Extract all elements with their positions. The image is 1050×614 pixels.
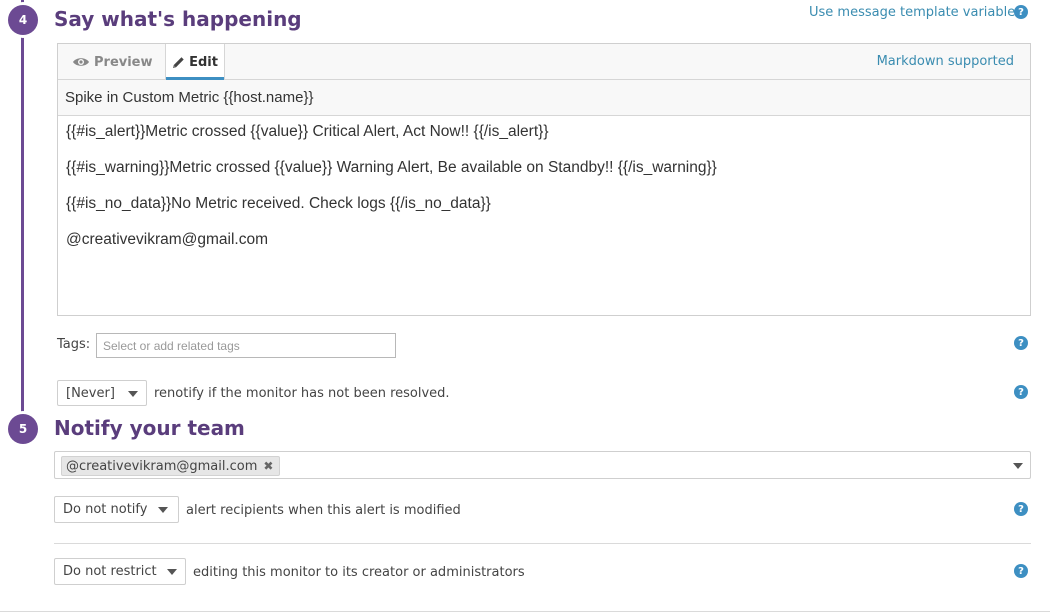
remove-icon[interactable]: ✖ — [263, 459, 273, 473]
chevron-down-icon[interactable] — [1013, 463, 1023, 469]
tab-preview[interactable]: Preview — [72, 44, 153, 80]
restrict-selected-value: Do not restrict — [63, 564, 157, 579]
tab-edit[interactable]: Edit — [165, 44, 225, 80]
chevron-down-icon — [167, 569, 177, 575]
message-editor: Preview Edit Markdown supported Spike in… — [57, 43, 1031, 316]
recipient-chip: @creativevikram@gmail.com ✖ — [61, 456, 281, 476]
eye-icon — [73, 58, 89, 66]
divider — [54, 543, 1031, 544]
message-line: {{#is_no_data}}No Metric received. Check… — [66, 195, 491, 212]
step-number: 4 — [18, 13, 28, 27]
bottom-divider — [0, 611, 1050, 612]
recipient-chip-label: @creativevikram@gmail.com — [66, 458, 258, 474]
pencil-icon — [173, 56, 184, 68]
tags-placeholder: Select or add related tags — [103, 338, 240, 353]
section-title-notify-your-team: Notify your team — [54, 416, 245, 440]
help-icon[interactable]: ? — [1014, 5, 1028, 19]
recipients-input[interactable]: @creativevikram@gmail.com ✖ — [54, 451, 1031, 479]
notify-text: alert recipients when this alert is modi… — [186, 503, 461, 518]
renotify-selected-value: [Never] — [66, 385, 115, 401]
renotify-text: renotify if the monitor has not been res… — [154, 386, 450, 401]
help-icon[interactable]: ? — [1014, 564, 1028, 578]
tags-input[interactable]: Select or add related tags — [96, 333, 396, 358]
step-5-badge: 5 — [8, 414, 38, 444]
editor-tabbar: Preview Edit Markdown supported — [58, 44, 1030, 80]
step-4-badge: 4 — [8, 5, 38, 35]
help-icon[interactable]: ? — [1014, 502, 1028, 516]
message-line: @creativevikram@gmail.com — [66, 231, 269, 248]
section-title-say-whats-happening: Say what's happening — [54, 7, 302, 31]
message-body-field[interactable]: {{#is_alert}}Metric crossed {{value}} Cr… — [66, 124, 1022, 268]
tab-edit-label: Edit — [189, 54, 218, 70]
notify-on-modify-select[interactable]: Do not notify — [54, 496, 179, 523]
message-line: {{#is_alert}}Metric crossed {{value}} Cr… — [66, 123, 549, 140]
tags-label: Tags: — [57, 337, 91, 352]
message-title-field[interactable]: Spike in Custom Metric {{host.name}} — [58, 80, 1030, 116]
restrict-editing-select[interactable]: Do not restrict — [54, 558, 186, 585]
notify-selected-value: Do not notify — [63, 502, 148, 517]
restrict-text: editing this monitor to its creator or a… — [193, 565, 525, 580]
tab-preview-label: Preview — [94, 54, 153, 70]
help-icon[interactable]: ? — [1014, 336, 1028, 350]
template-variables-link[interactable]: Use message template variables — [809, 5, 1022, 20]
markdown-supported-link[interactable]: Markdown supported — [877, 54, 1014, 69]
message-line: {{#is_warning}}Metric crossed {{value}} … — [66, 159, 717, 176]
chevron-down-icon — [128, 391, 138, 397]
chevron-down-icon — [158, 507, 168, 513]
step-number: 5 — [18, 422, 28, 436]
timeline-line — [21, 0, 24, 414]
help-icon[interactable]: ? — [1014, 385, 1028, 399]
renotify-select[interactable]: [Never] — [57, 380, 147, 406]
